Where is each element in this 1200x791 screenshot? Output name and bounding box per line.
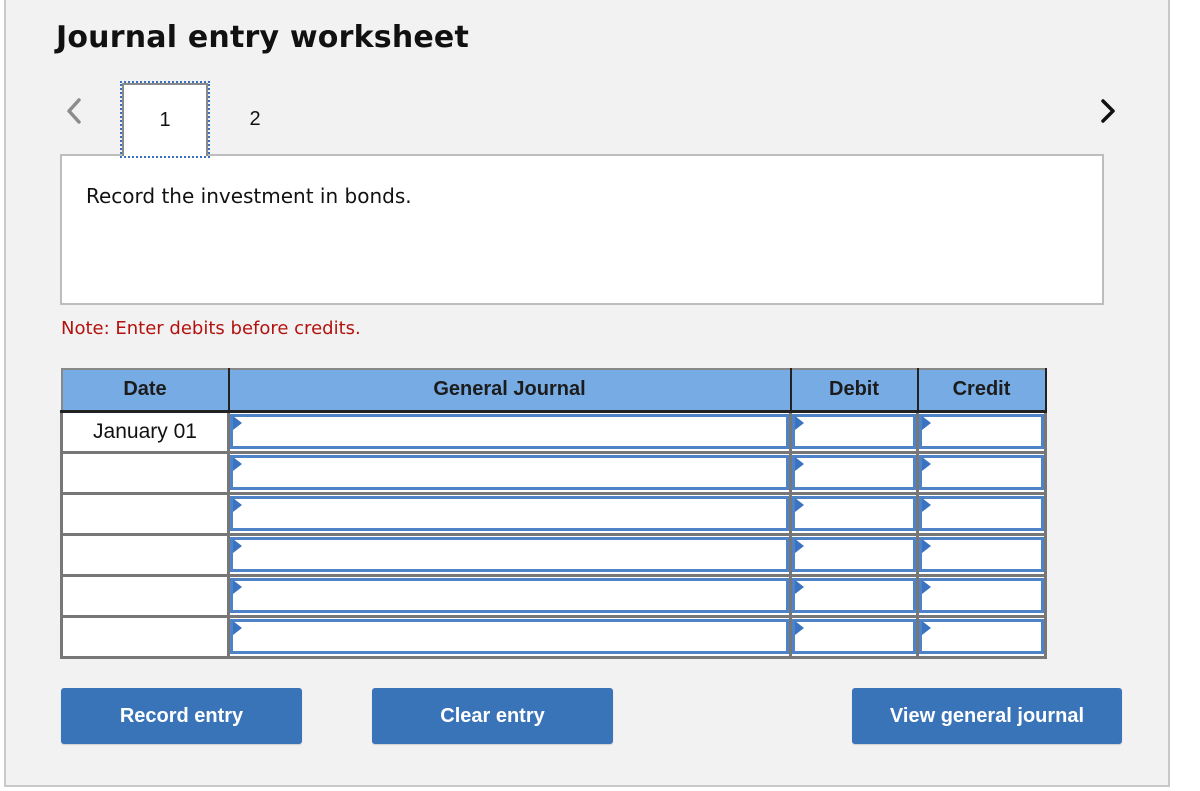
table-row [60, 491, 1047, 536]
account-input[interactable] [230, 578, 789, 613]
debit-input[interactable] [792, 578, 916, 613]
credit-input[interactable] [919, 578, 1044, 613]
table-row [60, 450, 1047, 495]
debit-input[interactable] [792, 619, 916, 654]
credit-input[interactable] [919, 537, 1044, 572]
credit-cell [916, 450, 1047, 495]
account-input[interactable] [230, 537, 789, 572]
debit-cell [789, 409, 919, 454]
table-row [60, 614, 1047, 659]
debit-input[interactable] [792, 455, 916, 490]
account-cell [227, 614, 792, 659]
instruction-box: Record the investment in bonds. [60, 154, 1104, 305]
account-cell [227, 409, 792, 454]
debit-cell [789, 532, 919, 577]
account-input[interactable] [230, 619, 789, 654]
date-cell [60, 532, 230, 577]
date-cell [60, 491, 230, 536]
record-entry-button[interactable]: Record entry [61, 688, 302, 744]
account-cell [227, 573, 792, 618]
table-row [60, 532, 1047, 577]
view-general-journal-button[interactable]: View general journal [852, 688, 1122, 744]
tab-1[interactable]: 1 [120, 81, 210, 158]
header-credit: Credit [916, 368, 1047, 413]
header-debit: Debit [789, 368, 919, 413]
account-input[interactable] [230, 455, 789, 490]
date-cell: January 01 [60, 409, 230, 454]
credit-cell [916, 573, 1047, 618]
debit-cell [789, 573, 919, 618]
date-cell [60, 450, 230, 495]
page-title: Journal entry worksheet [56, 20, 470, 55]
journal-table: Date General Journal Debit Credit Januar… [60, 368, 1047, 659]
tab-2-label: 2 [249, 108, 261, 130]
debit-cell [789, 491, 919, 536]
table-row: January 01 [60, 409, 1047, 454]
credit-cell [916, 614, 1047, 659]
date-cell [60, 614, 230, 659]
account-input[interactable] [230, 414, 789, 449]
debit-input[interactable] [792, 537, 916, 572]
account-cell [227, 532, 792, 577]
instruction-text: Record the investment in bonds. [86, 184, 412, 208]
clear-entry-button[interactable]: Clear entry [372, 688, 613, 744]
header-general-journal: General Journal [227, 368, 792, 413]
credit-input[interactable] [919, 414, 1044, 449]
tab-1-label: 1 [159, 109, 171, 131]
table-header-row: Date General Journal Debit Credit [60, 368, 1047, 413]
debit-cell [789, 614, 919, 659]
account-cell [227, 450, 792, 495]
date-cell [60, 573, 230, 618]
credit-input[interactable] [919, 455, 1044, 490]
credit-cell [916, 491, 1047, 536]
note-text: Note: Enter debits before credits. [61, 318, 361, 339]
next-tab-button[interactable] [1098, 96, 1118, 126]
account-input[interactable] [230, 496, 789, 531]
chevron-right-icon [1101, 99, 1115, 123]
account-cell [227, 491, 792, 536]
debit-input[interactable] [792, 414, 916, 449]
tab-2[interactable]: 2 [212, 83, 298, 156]
credit-cell [916, 409, 1047, 454]
credit-input[interactable] [919, 619, 1044, 654]
credit-cell [916, 532, 1047, 577]
journal-worksheet-panel: Journal entry worksheet 1 2 Record the i… [4, 0, 1170, 787]
credit-input[interactable] [919, 496, 1044, 531]
debit-input[interactable] [792, 496, 916, 531]
debit-cell [789, 450, 919, 495]
header-date: Date [60, 368, 230, 413]
table-row [60, 573, 1047, 618]
chevron-left-icon [67, 98, 81, 124]
prev-tab-button[interactable] [64, 96, 84, 126]
